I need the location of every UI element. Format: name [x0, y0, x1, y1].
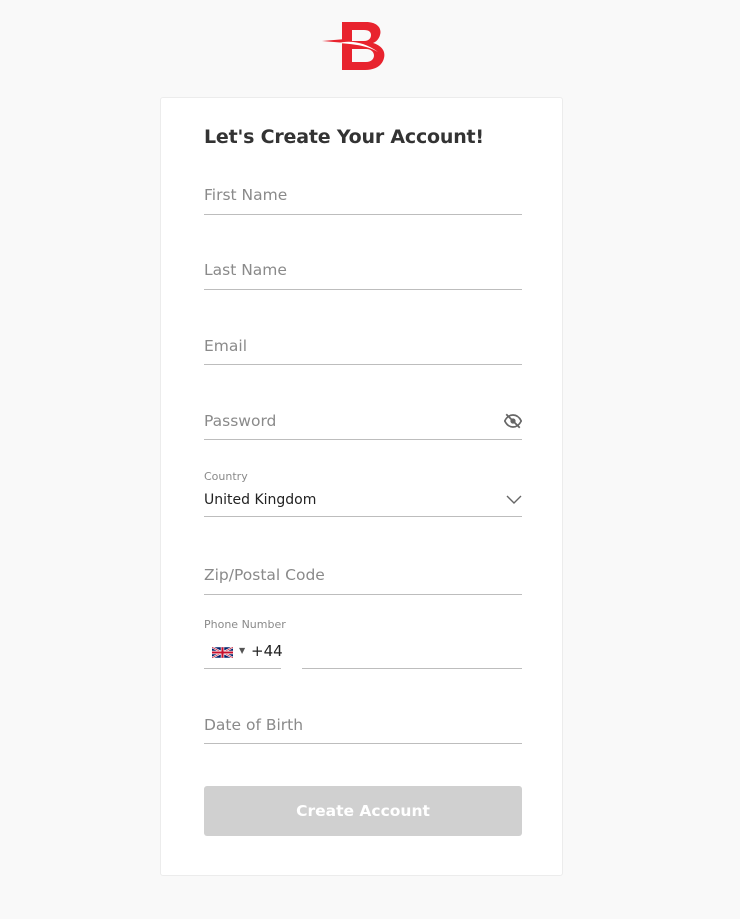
first-name-placeholder: First Name	[204, 186, 288, 204]
dial-code: +44	[251, 642, 283, 660]
signup-card: Let's Create Your Account! First Name La…	[160, 97, 563, 876]
phone-label: Phone Number	[204, 618, 286, 631]
country-label: Country	[204, 470, 248, 483]
zip-input[interactable]: Zip/Postal Code	[204, 561, 522, 595]
last-name-input[interactable]: Last Name	[204, 257, 522, 290]
caret-down-icon: ▼	[239, 646, 246, 655]
country-code-select[interactable]: ▼ +44	[204, 636, 283, 669]
email-placeholder: Email	[204, 337, 248, 355]
password-placeholder: Password	[204, 412, 277, 430]
dob-input[interactable]: Date of Birth	[204, 711, 522, 744]
brand-logo	[322, 22, 385, 70]
zip-placeholder: Zip/Postal Code	[204, 566, 325, 584]
first-name-input[interactable]: First Name	[204, 182, 522, 215]
phone-input[interactable]	[302, 636, 522, 669]
create-account-button[interactable]: Create Account	[204, 786, 522, 836]
dob-placeholder: Date of Birth	[204, 716, 304, 734]
country-select[interactable]: Country United Kingdom	[204, 468, 522, 517]
eye-off-icon[interactable]	[504, 413, 522, 429]
chevron-down-icon	[506, 495, 522, 504]
email-input[interactable]: Email	[204, 332, 522, 365]
uk-flag-icon	[212, 647, 233, 658]
page-title: Let's Create Your Account!	[204, 126, 484, 148]
country-value: United Kingdom	[204, 492, 317, 508]
password-input[interactable]: Password	[204, 407, 522, 440]
last-name-placeholder: Last Name	[204, 261, 287, 279]
